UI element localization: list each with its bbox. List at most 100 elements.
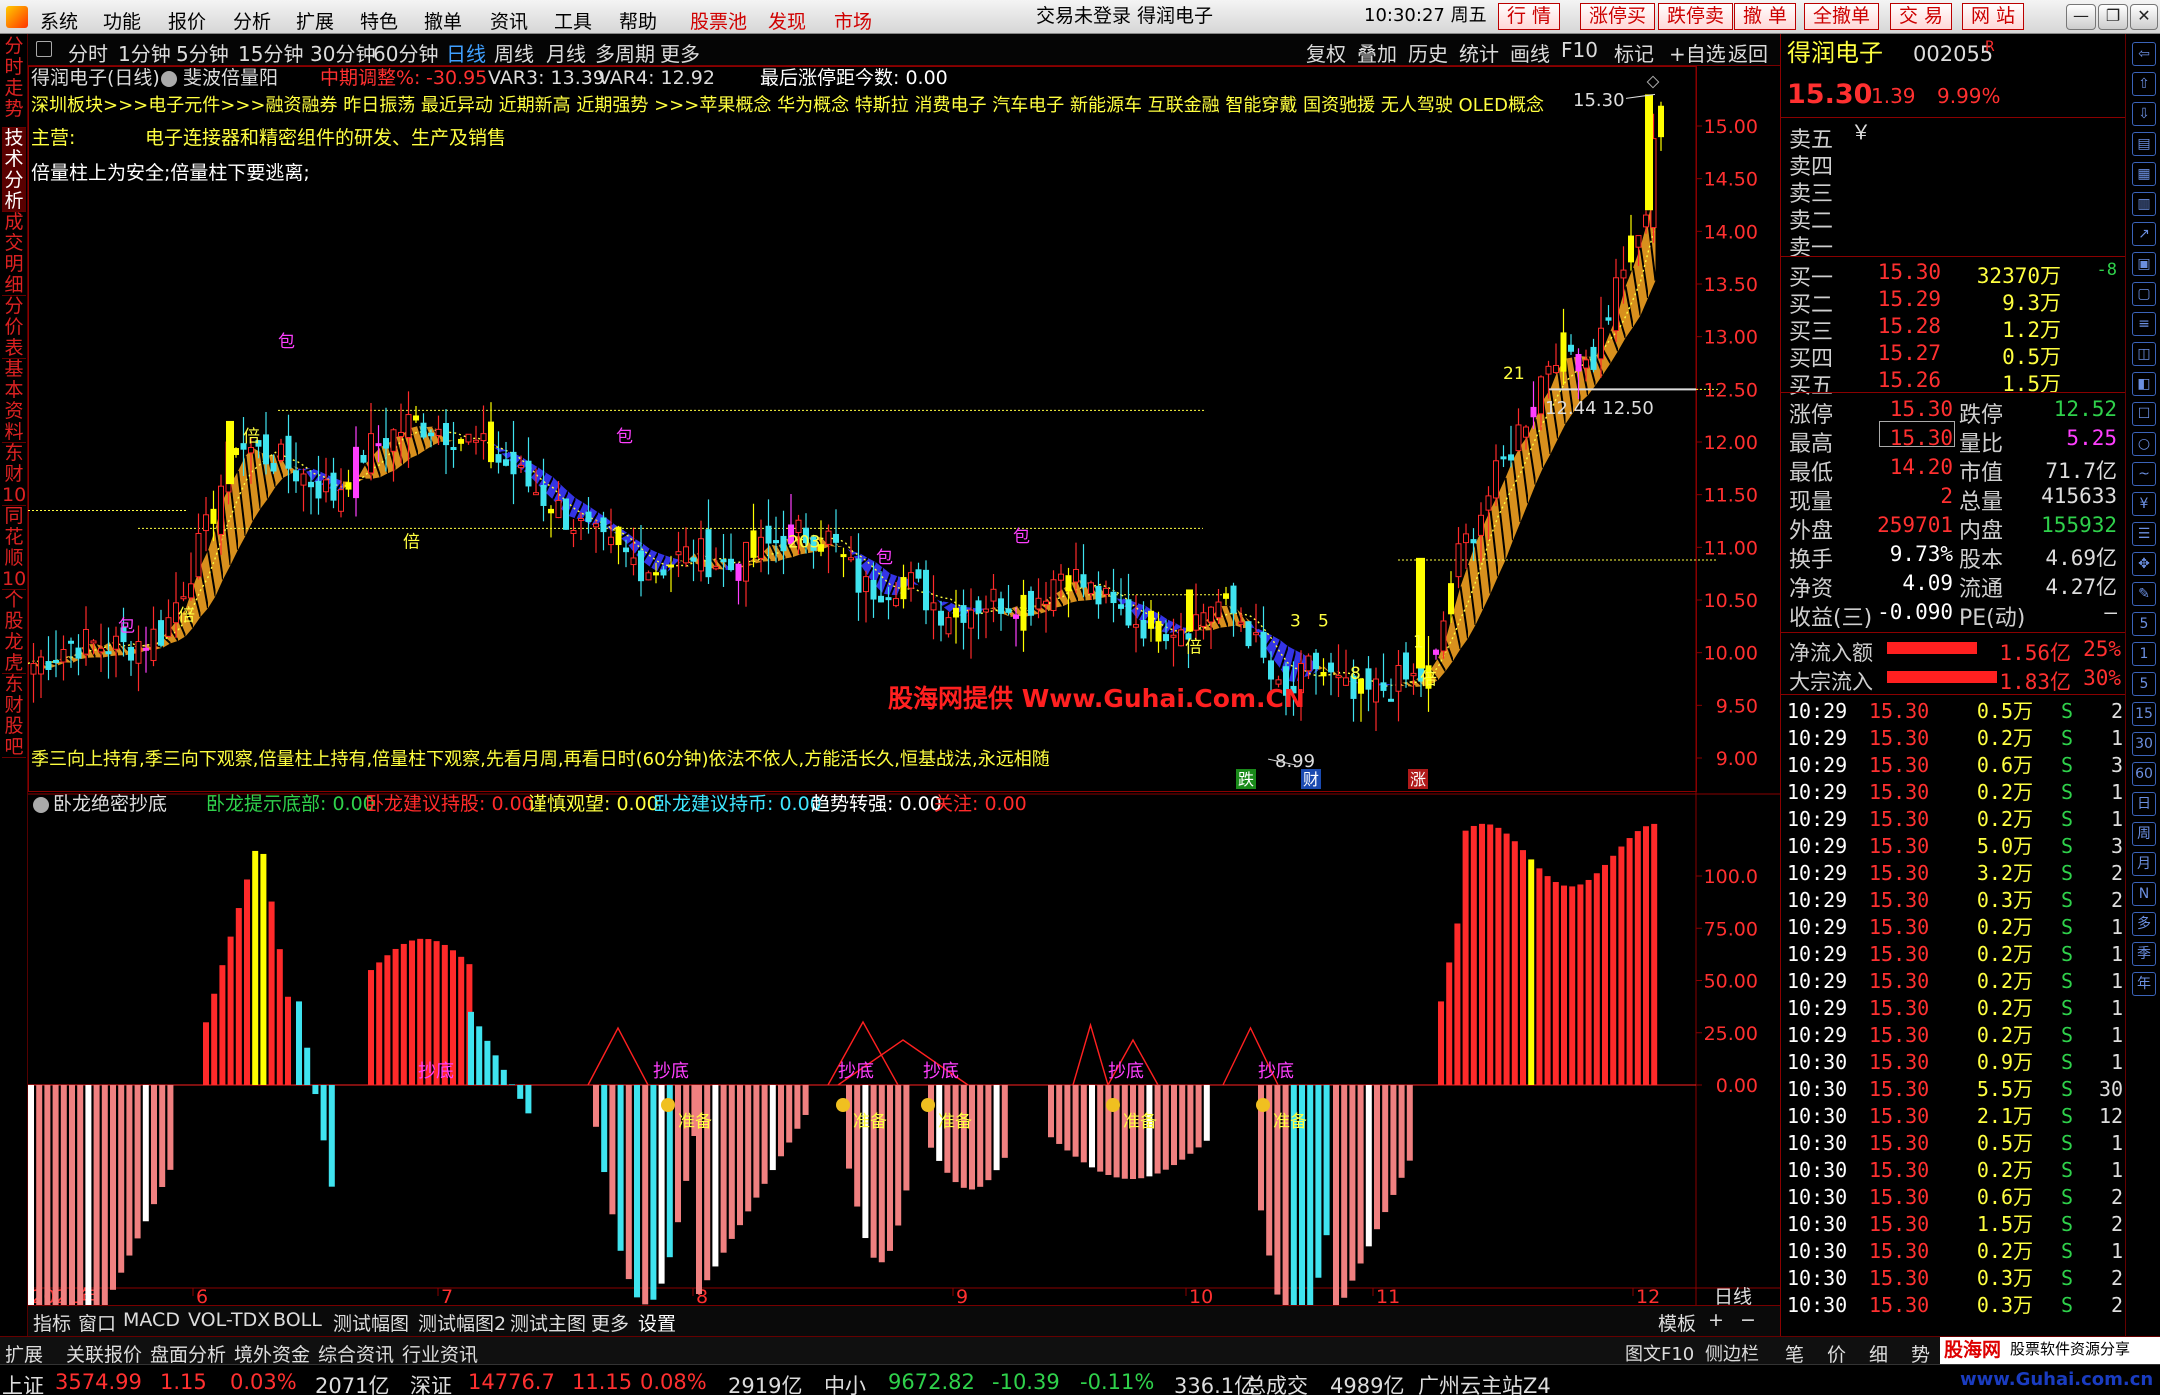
restore-button[interactable]: ❐ — [2098, 4, 2128, 30]
indicator-tab-2[interactable]: MACD — [123, 1309, 180, 1331]
menu-4[interactable]: 扩展 — [296, 7, 334, 34]
tool-icon-15[interactable]: ¥ — [2132, 492, 2156, 516]
quote-tab-2[interactable]: 细 — [1869, 1340, 1888, 1367]
period-tab-7[interactable]: 周线 — [494, 38, 534, 67]
tool-icon-24[interactable]: 60 — [2132, 762, 2156, 786]
period-tab-10[interactable]: 更多 — [660, 38, 700, 67]
menu-8[interactable]: 工具 — [554, 7, 592, 34]
lower-tab-5[interactable]: 行业资讯 — [402, 1340, 478, 1367]
tool-icon-1[interactable]: ⇧ — [2132, 72, 2156, 96]
toolbar-btn-2[interactable]: 历史 — [1408, 38, 1448, 67]
indicator-tab-3[interactable]: VOL-TDX — [188, 1309, 270, 1331]
tool-icon-8[interactable]: ▢ — [2132, 282, 2156, 306]
left-tab-7[interactable]: 个股龙虎 — [2, 590, 26, 674]
tool-icon-0[interactable]: ⇦ — [2132, 42, 2156, 66]
lower-tab-2[interactable]: 盘面分析 — [150, 1340, 226, 1367]
lower-tab-3[interactable]: 境外资金 — [234, 1340, 310, 1367]
indicator-tab-0[interactable]: 指标 — [33, 1309, 71, 1336]
tool-icon-3[interactable]: ▤ — [2132, 132, 2156, 156]
quick-button-1[interactable]: 涨停买 — [1580, 3, 1656, 30]
indicator-tab-1[interactable]: 窗口 — [78, 1309, 116, 1336]
menu-7[interactable]: 资讯 — [490, 7, 528, 34]
tool-icon-19[interactable]: 5 — [2132, 612, 2156, 636]
tool-icon-28[interactable]: N — [2132, 882, 2156, 906]
period-tab-5[interactable]: 60分钟 — [373, 38, 438, 67]
tool-icon-23[interactable]: 30 — [2132, 732, 2156, 756]
lower-tab-1[interactable]: 关联报价 — [66, 1340, 142, 1367]
left-tab-4[interactable]: 基本资料 — [2, 359, 26, 443]
tool-icon-12[interactable]: ☐ — [2132, 402, 2156, 426]
toolbar-btn-6[interactable]: 标记 — [1614, 38, 1654, 67]
quote-tab-1[interactable]: 价 — [1827, 1340, 1846, 1367]
indicator-settings-icon[interactable] — [161, 71, 177, 87]
tool-icon-11[interactable]: ◧ — [2132, 372, 2156, 396]
left-tab-1[interactable]: 技术分析 — [2, 128, 26, 212]
toolbar-btn-1[interactable]: 叠加 — [1357, 38, 1397, 67]
toolbar-btn-0[interactable]: 复权 — [1306, 38, 1346, 67]
period-tab-0[interactable]: 分时 — [68, 38, 108, 67]
tool-icon-31[interactable]: 年 — [2132, 972, 2156, 996]
hot-menu-0[interactable]: 股票池 — [690, 7, 747, 34]
tool-icon-21[interactable]: 5 — [2132, 672, 2156, 696]
main-indicator-name[interactable]: 斐波倍量阳 — [183, 69, 278, 88]
close-button[interactable]: ✕ — [2130, 4, 2158, 30]
indicator-tab-4[interactable]: BOLL — [273, 1309, 322, 1331]
tool-icon-6[interactable]: ↗ — [2132, 222, 2156, 246]
toolbar-toggle-icon[interactable] — [36, 41, 52, 57]
hot-menu-1[interactable]: 发现 — [768, 7, 806, 34]
minimize-button[interactable]: — — [2066, 4, 2096, 30]
lower-tab-4[interactable]: 综合资讯 — [318, 1340, 394, 1367]
tool-icon-18[interactable]: ✎ — [2132, 582, 2156, 606]
menu-5[interactable]: 特色 — [360, 7, 398, 34]
quick-button-4[interactable]: 全撤单 — [1804, 3, 1880, 30]
quick-button-3[interactable]: 撤 单 — [1734, 3, 1797, 30]
toolbar-btn-5[interactable]: F10 — [1561, 38, 1598, 62]
menu-0[interactable]: 系统 — [40, 7, 78, 34]
period-tab-2[interactable]: 5分钟 — [176, 38, 229, 67]
tool-icon-2[interactable]: ⇩ — [2132, 102, 2156, 126]
indicator-tab-7[interactable]: 测试主图 — [510, 1309, 586, 1336]
indicator-tab-right-0[interactable]: 模板 — [1658, 1309, 1696, 1336]
tool-icon-4[interactable]: ▦ — [2132, 162, 2156, 186]
lower-tab-0[interactable]: 扩展 — [5, 1340, 43, 1367]
tool-icon-30[interactable]: 季 — [2132, 942, 2156, 966]
period-tab-3[interactable]: 15分钟 — [238, 38, 303, 67]
quote-tab-3[interactable]: 势 — [1911, 1340, 1930, 1367]
tool-icon-9[interactable]: ≡ — [2132, 312, 2156, 336]
tool-icon-13[interactable]: ○ — [2132, 432, 2156, 456]
menu-2[interactable]: 报价 — [168, 7, 206, 34]
tool-icon-7[interactable]: ▣ — [2132, 252, 2156, 276]
left-tab-3[interactable]: 分价表 — [2, 296, 26, 359]
left-tab-2[interactable]: 成交明细 — [2, 212, 26, 296]
toolbar-btn-7[interactable]: +自选 — [1669, 38, 1726, 67]
left-tab-8[interactable]: 东财股吧 — [2, 674, 26, 758]
lower-tab-right-0[interactable]: 图文F10 — [1625, 1340, 1694, 1366]
tool-icon-16[interactable]: ☰ — [2132, 522, 2156, 546]
hot-menu-2[interactable]: 市场 — [834, 7, 872, 34]
tool-icon-20[interactable]: 1 — [2132, 642, 2156, 666]
tool-icon-22[interactable]: 15 — [2132, 702, 2156, 726]
sub-settings-icon[interactable] — [33, 797, 49, 813]
tool-icon-17[interactable]: ✥ — [2132, 552, 2156, 576]
left-tab-0[interactable]: 分时走势 — [2, 36, 26, 128]
period-tab-6[interactable]: 日线 — [446, 38, 486, 67]
indicator-tab-8[interactable]: 更多 — [591, 1309, 629, 1336]
tool-icon-25[interactable]: 日 — [2132, 792, 2156, 816]
toolbar-btn-8[interactable]: 返回 — [1728, 38, 1768, 67]
tool-icon-10[interactable]: ◫ — [2132, 342, 2156, 366]
indicator-tab-9[interactable]: 设置 — [638, 1309, 676, 1336]
tool-icon-26[interactable]: 周 — [2132, 822, 2156, 846]
menu-3[interactable]: 分析 — [233, 7, 271, 34]
indicator-tab-right-2[interactable]: − — [1740, 1309, 1756, 1331]
tool-icon-29[interactable]: 多 — [2132, 912, 2156, 936]
quote-tab-0[interactable]: 笔 — [1785, 1340, 1804, 1367]
sub-indicator-name[interactable]: 卧龙绝密抄底 — [53, 795, 167, 814]
quick-button-0[interactable]: 行 情 — [1498, 3, 1561, 30]
quick-button-5[interactable]: 交 易 — [1890, 3, 1953, 30]
period-tab-8[interactable]: 月线 — [546, 38, 586, 67]
tool-icon-5[interactable]: ▥ — [2132, 192, 2156, 216]
indicator-tab-5[interactable]: 测试幅图 — [333, 1309, 409, 1336]
period-tab-9[interactable]: 多周期 — [595, 38, 655, 67]
toolbar-btn-3[interactable]: 统计 — [1459, 38, 1499, 67]
indicator-tab-right-1[interactable]: + — [1708, 1309, 1724, 1331]
